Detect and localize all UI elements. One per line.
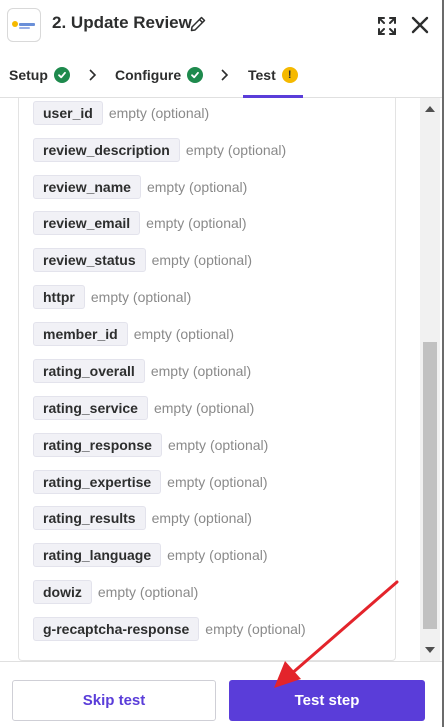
field-row: g-recaptcha-response empty (optional) xyxy=(33,617,306,641)
panel-footer: Skip test Test step xyxy=(0,661,442,727)
field-name: rating_service xyxy=(33,396,148,420)
tab-setup-label: Setup xyxy=(9,67,48,83)
field-row: review_email empty (optional) xyxy=(33,211,247,235)
skip-test-button[interactable]: Skip test xyxy=(12,680,216,721)
field-row: user_id empty (optional) xyxy=(33,101,209,125)
field-hint: empty (optional) xyxy=(146,179,248,195)
step-title: Update Review xyxy=(70,13,192,32)
step-tabs: Setup Configure Test ! xyxy=(0,52,442,98)
field-row: httpr empty (optional) xyxy=(33,285,191,309)
field-name: review_name xyxy=(33,175,141,199)
field-name: user_id xyxy=(33,101,103,125)
step-panel: 2. Update Review Setup Configure Test ! … xyxy=(0,0,444,727)
app-logo-icon xyxy=(7,8,41,42)
field-row: dowiz empty (optional) xyxy=(33,580,198,604)
field-hint: empty (optional) xyxy=(167,547,268,563)
field-hint: empty (optional) xyxy=(151,510,252,526)
field-hint: empty (optional) xyxy=(133,326,235,342)
field-row: review_status empty (optional) xyxy=(33,248,252,272)
tab-setup[interactable]: Setup xyxy=(9,52,70,98)
close-icon[interactable] xyxy=(411,16,429,34)
field-name: rating_language xyxy=(33,543,162,567)
field-row: rating_overall empty (optional) xyxy=(33,359,251,383)
field-row: rating_service empty (optional) xyxy=(33,396,254,420)
field-name: member_id xyxy=(33,322,128,346)
field-row: rating_language empty (optional) xyxy=(33,543,268,567)
field-row: review_description empty (optional) xyxy=(33,138,286,162)
field-hint: empty (optional) xyxy=(108,105,210,121)
field-hint: empty (optional) xyxy=(167,437,269,453)
field-name: dowiz xyxy=(33,580,92,604)
field-row: rating_response empty (optional) xyxy=(33,433,268,457)
field-hint: empty (optional) xyxy=(150,363,252,379)
field-name: rating_results xyxy=(33,506,146,530)
field-name: review_description xyxy=(33,138,180,162)
field-hint: empty (optional) xyxy=(185,142,287,158)
field-row: rating_expertise empty (optional) xyxy=(33,470,268,494)
field-hint: empty (optional) xyxy=(205,621,306,637)
field-name: httpr xyxy=(33,285,85,309)
field-hint: empty (optional) xyxy=(151,252,252,268)
field-hint: empty (optional) xyxy=(90,289,192,305)
scroll-down-arrow-icon[interactable] xyxy=(425,647,435,653)
pencil-icon[interactable] xyxy=(190,16,206,32)
test-fields-list: user_id empty (optional) review_descript… xyxy=(0,98,442,661)
tab-configure-label: Configure xyxy=(115,67,182,83)
tab-configure[interactable]: Configure xyxy=(115,52,204,98)
check-circle-icon xyxy=(187,67,204,83)
tab-test-label: Test xyxy=(248,67,276,83)
field-row: rating_results empty (optional) xyxy=(33,506,252,530)
tab-test[interactable]: Test ! xyxy=(248,52,298,98)
vertical-scrollbar[interactable] xyxy=(420,98,440,661)
chevron-right-icon xyxy=(221,69,229,81)
field-hint: empty (optional) xyxy=(146,215,247,231)
panel-header: 2. Update Review xyxy=(0,0,442,52)
field-name: rating_overall xyxy=(33,359,145,383)
scroll-thumb[interactable] xyxy=(423,342,437,629)
warning-icon: ! xyxy=(281,67,298,83)
field-hint: empty (optional) xyxy=(153,400,255,416)
field-name: g-recaptcha-response xyxy=(33,617,200,641)
page-title: 2. Update Review xyxy=(52,13,192,33)
test-step-button[interactable]: Test step xyxy=(229,680,425,721)
field-row: member_id empty (optional) xyxy=(33,322,234,346)
field-name: rating_expertise xyxy=(33,470,162,494)
field-hint: empty (optional) xyxy=(97,584,199,600)
field-name: rating_response xyxy=(33,433,162,457)
field-row: review_name empty (optional) xyxy=(33,175,247,199)
step-number: 2. xyxy=(52,13,67,32)
field-name: review_email xyxy=(33,211,141,235)
field-hint: empty (optional) xyxy=(167,474,268,490)
scroll-up-arrow-icon[interactable] xyxy=(425,106,435,112)
field-name: review_status xyxy=(33,248,146,272)
check-circle-icon xyxy=(53,67,70,83)
chevron-right-icon xyxy=(89,69,97,81)
expand-icon[interactable] xyxy=(377,16,397,36)
